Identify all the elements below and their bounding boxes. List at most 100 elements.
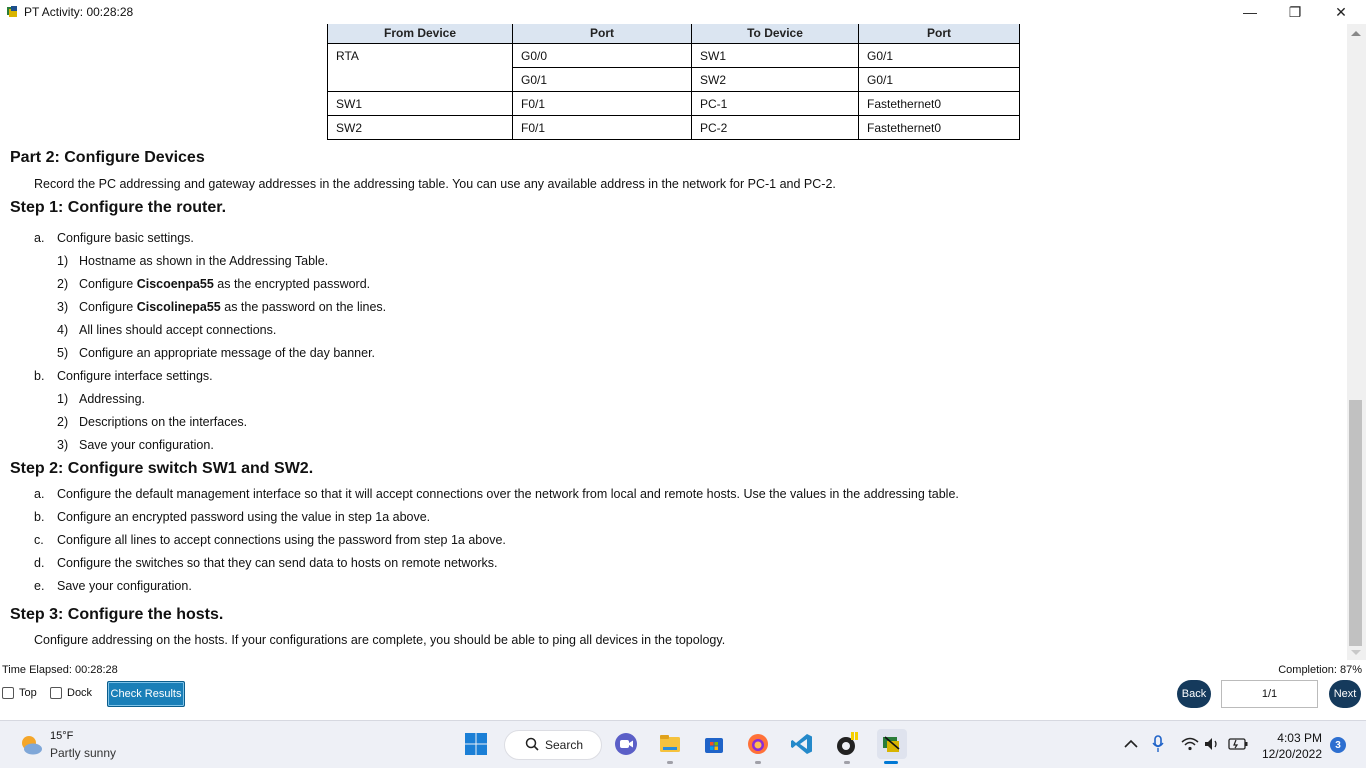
step2-a-text: Configure the default management interfa…: [57, 487, 959, 501]
table-cell: PC-1: [691, 91, 859, 116]
table-cell: F0/1: [512, 91, 692, 116]
next-button[interactable]: Next: [1329, 680, 1361, 708]
firefox-icon[interactable]: [745, 731, 771, 757]
step1-b-3-text: Save your configuration.: [79, 438, 214, 452]
step2-e-text: Save your configuration.: [57, 579, 192, 593]
pt-activity-taskbar-icon[interactable]: [877, 729, 907, 759]
dock-label: Dock: [67, 687, 93, 699]
table-cell: F0/1: [512, 115, 692, 140]
table-row: G0/1 SW2 G0/1: [327, 67, 1020, 92]
table-cell: PC-2: [691, 115, 859, 140]
maximize-button[interactable]: ❐: [1272, 0, 1318, 24]
notification-badge[interactable]: 3: [1330, 737, 1346, 753]
weather-description[interactable]: Partly sunny: [50, 746, 116, 760]
window-title: PT Activity: 00:28:28: [24, 5, 134, 19]
step2-heading: Step 2: Configure switch SW1 and SW2.: [10, 460, 314, 477]
table-cell: Fastethernet0: [858, 115, 1020, 140]
table-header: To Device: [691, 24, 859, 44]
step1-b-text: Configure interface settings.: [57, 369, 213, 383]
microsoft-store-icon[interactable]: [701, 731, 727, 757]
step1-a-1-num: 1): [57, 254, 69, 268]
step1-a-2-text: Configure Ciscoenpa55 as the encrypted p…: [79, 277, 371, 291]
running-indicator: [844, 761, 850, 764]
table-cell: G0/0: [512, 43, 692, 68]
restore-icon: ❐: [1288, 3, 1302, 20]
table-cell: [327, 67, 513, 92]
step1-a-3-num: 3): [57, 300, 69, 314]
dock-checkbox[interactable]: Dock: [50, 687, 92, 699]
part2-intro: Record the PC addressing and gateway add…: [34, 177, 836, 191]
table-header-row: From Device Port To Device Port: [327, 24, 1020, 44]
table-header: Port: [858, 24, 1020, 44]
minimize-icon: —: [1243, 4, 1257, 20]
table-row: SW2 F0/1 PC-2 Fastethernet0: [327, 115, 1020, 140]
table-row: SW1 F0/1 PC-1 Fastethernet0: [327, 91, 1020, 116]
enable-password-value: Ciscoenpa55: [136, 277, 214, 291]
step2-a-marker: a.: [34, 487, 45, 501]
step1-a-2-num: 2): [57, 277, 69, 291]
scroll-down-arrow-icon[interactable]: [1351, 650, 1361, 655]
clock-time: 4:03 PM: [1277, 731, 1322, 745]
teams-chat-icon[interactable]: [613, 731, 639, 757]
step2-b-text: Configure an encrypted password using th…: [57, 510, 431, 524]
active-indicator: [884, 761, 898, 764]
windows-start-icon[interactable]: [463, 731, 489, 757]
scroll-up-arrow-icon[interactable]: [1351, 31, 1361, 36]
step2-d-marker: d.: [34, 556, 45, 570]
volume-icon[interactable]: [1200, 731, 1226, 757]
step1-a-1-text: Hostname as shown in the Addressing Tabl…: [79, 254, 329, 268]
windows-taskbar: 15°F Partly sunny Search 4:03 PM 12/20/2…: [0, 720, 1366, 768]
system-clock[interactable]: 4:03 PM 12/20/2022: [1262, 730, 1322, 762]
step3-text: Configure addressing on the hosts. If yo…: [34, 633, 726, 647]
step1-b-2-num: 2): [57, 415, 69, 429]
step1-a-5-num: 5): [57, 346, 69, 360]
step1-a-4-text: All lines should accept connections.: [79, 323, 277, 337]
table-cell: RTA: [327, 43, 513, 68]
step1-b-1-num: 1): [57, 392, 69, 406]
check-results-button[interactable]: Check Results: [107, 681, 185, 707]
microphone-icon[interactable]: [1145, 731, 1171, 757]
table-cell: Fastethernet0: [858, 91, 1020, 116]
running-indicator: [667, 761, 673, 764]
table-header: Port: [512, 24, 692, 44]
table-cell: G0/1: [858, 67, 1020, 92]
vertical-scrollbar[interactable]: [1347, 24, 1366, 660]
step2-c-marker: c.: [34, 533, 44, 547]
step1-a-5-text: Configure an appropriate message of the …: [79, 346, 376, 360]
scroll-thumb[interactable]: [1349, 400, 1362, 646]
search-label: Search: [545, 738, 584, 752]
minimize-button[interactable]: —: [1227, 0, 1273, 24]
packet-tracer-taskbar-icon[interactable]: [834, 731, 860, 757]
table-cell: G0/1: [512, 67, 692, 92]
table-cell: SW2: [691, 67, 859, 92]
weather-temperature[interactable]: 15°F: [50, 730, 73, 742]
page-indicator: 1/1: [1221, 680, 1318, 708]
battery-icon[interactable]: [1225, 731, 1251, 757]
step1-b-3-num: 3): [57, 438, 69, 452]
step1-a-4-num: 4): [57, 323, 69, 337]
top-checkbox[interactable]: Top: [2, 687, 37, 699]
step1-b-1-text: Addressing.: [79, 392, 146, 406]
table-cell: SW2: [327, 115, 513, 140]
part2-heading: Part 2: Configure Devices: [10, 149, 205, 166]
connections-table: From Device Port To Device Port RTA G0/0…: [327, 24, 1020, 140]
table-cell: G0/1: [858, 43, 1020, 68]
activity-status-bar: Time Elapsed: 00:28:28 Completion: 87% T…: [0, 660, 1366, 720]
instructions-pane[interactable]: From Device Port To Device Port RTA G0/0…: [0, 24, 1347, 660]
close-button[interactable]: ✕: [1318, 0, 1364, 24]
back-button[interactable]: Back: [1177, 680, 1211, 708]
packet-tracer-app-icon: [6, 5, 20, 19]
chevron-up-icon[interactable]: [1118, 731, 1144, 757]
table-row: RTA G0/0 SW1 G0/1: [327, 43, 1020, 68]
taskbar-search-box[interactable]: Search: [504, 730, 602, 760]
search-icon: [525, 737, 539, 754]
table-header: From Device: [327, 24, 513, 44]
step2-b-marker: b.: [34, 510, 45, 524]
step1-b-marker: b.: [34, 369, 45, 383]
close-icon: ✕: [1335, 3, 1347, 20]
checkbox-box[interactable]: [2, 687, 14, 699]
checkbox-box[interactable]: [50, 687, 62, 699]
vs-code-icon[interactable]: [789, 731, 815, 757]
weather-partly-sunny-icon[interactable]: [18, 732, 44, 758]
file-explorer-icon[interactable]: [657, 731, 683, 757]
